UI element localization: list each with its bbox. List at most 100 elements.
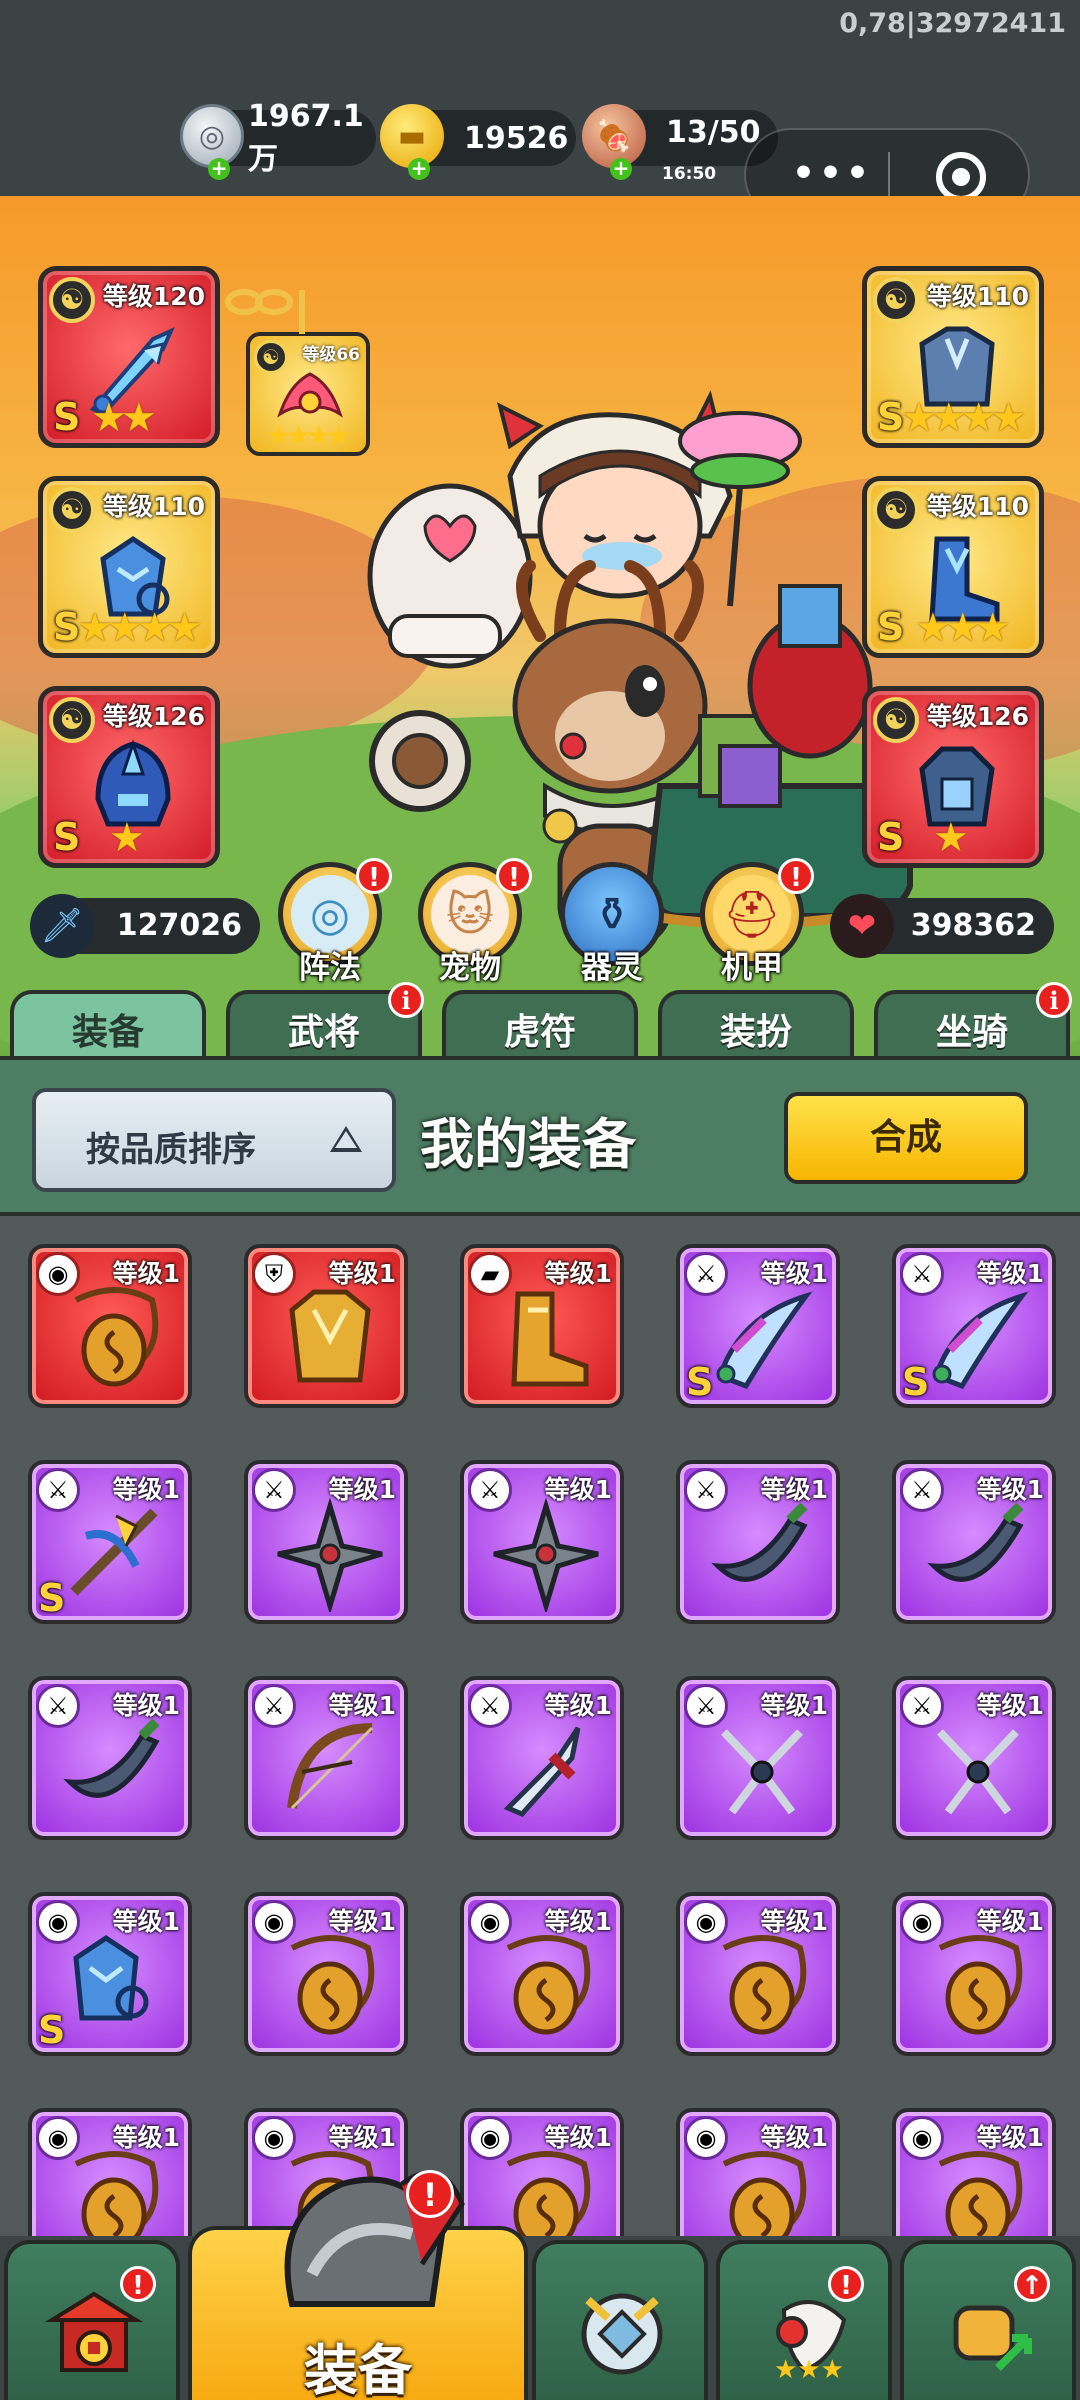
scimitar-icon (716, 1291, 813, 1390)
mecha-button[interactable]: ⛑ 机甲 ! (696, 858, 814, 986)
equipment-item[interactable]: ⚔ 等级1 (676, 1676, 840, 1840)
info-badge-icon: i (388, 982, 424, 1018)
rank-badge: S (902, 1360, 930, 1404)
equipment-item[interactable]: ⚔ 等级1 (892, 1676, 1056, 1840)
yin-yang-icon: ☯ (49, 277, 95, 323)
nav-formation[interactable] (532, 2240, 708, 2400)
equipment-item[interactable]: ◉ 等级1 (460, 1892, 624, 2056)
nav-heroes[interactable]: ★★★ ! (716, 2240, 892, 2400)
necklace-icon (74, 1287, 159, 1387)
equipment-item[interactable]: ⚔ 等级1 S (892, 1244, 1056, 1408)
close-target-icon[interactable] (936, 152, 986, 202)
equipment-item[interactable]: ◉ 等级1 (892, 1892, 1056, 2056)
slot-level: 等级110 (926, 492, 1029, 521)
attack-value: 127026 (116, 908, 242, 943)
more-menu-icon[interactable]: ••• (792, 156, 873, 192)
equipped-armor-slot-left[interactable]: ☯ 等级110 S ★★★★ (38, 476, 220, 658)
hp-value: 398362 (910, 908, 1036, 943)
equipment-grid: ◉ 等级1 ⛨ 等级1 ▰ 等级1 ⚔ 等级1 S ⚔ 等级1 S ⚔ 等级1 S ⚔ 等级1 ⚔ 等级1 ⚔ 等级1 ⚔… (0, 1216, 1080, 2236)
equipment-item[interactable]: ◉ 等级1 (28, 2108, 192, 2236)
equipment-item[interactable]: ⚔ 等级1 (676, 1460, 840, 1624)
equipped-armor-slot-right[interactable]: ☯ 等级110 S ★★★★ (862, 266, 1044, 448)
blade-icon (711, 1502, 808, 1582)
bottom-navigation: ! ! 装备 ★★★ ! ↑ (0, 2170, 1080, 2400)
blade-icon (927, 1502, 1024, 1582)
sort-by-quality-button[interactable]: 按品质排序 (32, 1088, 396, 1192)
top-status-bar: 0,78|32972411 ◎ 1967.1万 + ▬ 19526 + 🍖 13… (0, 0, 1080, 222)
gold-counter[interactable]: ▬ 19526 + (380, 104, 576, 180)
add-silver-button[interactable]: + (208, 158, 230, 180)
sort-label: 按品质排序 (86, 1130, 256, 1170)
formation-button[interactable]: ◎ 阵法 ! (274, 858, 392, 986)
equipment-item[interactable]: ▰ 等级1 (460, 1244, 624, 1408)
equipped-weapon-slot[interactable]: ☯ 等级120 S ★★ (38, 266, 220, 448)
upgrade-arrow-badge-icon: ↑ (1014, 2266, 1050, 2302)
yin-yang-icon: ☯ (873, 487, 919, 533)
page-title: 我的装备 (420, 1113, 636, 1176)
star-rating: ★★★★ (266, 419, 351, 452)
equipped-helmet-slot-left[interactable]: ☯ 等级126 S ★ (38, 686, 220, 868)
equipment-item[interactable]: ⚔ 等级1 (28, 1676, 192, 1840)
artifact-spirit-button[interactable]: ⚱ 器灵 (556, 862, 668, 986)
feature-label: 宠物 (439, 950, 501, 986)
rank-badge: S (686, 1360, 714, 1404)
yin-yang-icon: ☯ (873, 697, 919, 743)
equipment-item[interactable]: ◉ 等级1 (28, 1244, 192, 1408)
equipment-item[interactable]: ◉ 等级1 (244, 1892, 408, 2056)
rank-badge: S (53, 815, 81, 859)
feature-label: 机甲 (721, 950, 783, 986)
alert-badge-icon: ! (120, 2266, 156, 2302)
equipment-item[interactable]: ⛨ 等级1 (244, 1244, 408, 1408)
equipped-boots-slot-right[interactable]: ☯ 等级110 S ★★★ (862, 476, 1044, 658)
silver-counter[interactable]: ◎ 1967.1万 + (180, 99, 376, 180)
equipment-item[interactable]: ⚔ 等级1 (244, 1676, 408, 1840)
nav-upgrade[interactable]: ↑ (900, 2240, 1076, 2400)
equipment-item[interactable]: ◉ 等级1 (676, 2108, 840, 2236)
shuriken-icon (493, 1497, 599, 1612)
necklace-icon (506, 2151, 591, 2236)
nav-equipment-label: 装备 (304, 2339, 412, 2400)
star-rating: ★★★★ (901, 395, 1026, 441)
trident-icon (721, 1729, 803, 1815)
rank-badge: S (38, 1576, 66, 1620)
nav-shop[interactable]: ! (4, 2240, 180, 2400)
boots-icon (511, 1291, 589, 1387)
rank-badge: S (38, 2008, 66, 2052)
equipped-pet-slot[interactable]: ☯ 等级66 ★★★★ (246, 332, 370, 456)
equipment-item[interactable]: ⚔ 等级1 (892, 1460, 1056, 1624)
blade-icon (63, 1718, 160, 1798)
yin-yang-icon: ☯ (49, 487, 95, 533)
equipped-chest-slot-right[interactable]: ☯ 等级126 S ★ (862, 686, 1044, 868)
shuriken-icon (277, 1497, 383, 1612)
crossbow-icon (70, 1508, 158, 1596)
slot-level: 等级66 (302, 345, 360, 365)
feature-label: 阵法 (299, 950, 361, 986)
equipment-item[interactable]: ◉ 等级1 (460, 2108, 624, 2236)
compose-button[interactable]: 合成 (784, 1092, 1028, 1184)
rank-badge: S (877, 815, 905, 859)
triangle-up-icon (330, 1126, 362, 1152)
slot-level: 等级126 (102, 702, 205, 731)
equipment-item[interactable]: ◉ 等级1 (676, 1892, 840, 2056)
equipment-item[interactable]: ◉ 等级1 S (28, 1892, 192, 2056)
equipment-item[interactable]: ⚔ 等级1 (244, 1460, 408, 1624)
equipment-item[interactable]: ⚔ 等级1 S (676, 1244, 840, 1408)
equipment-item[interactable]: ⚔ 等级1 S (28, 1460, 192, 1624)
alert-badge-icon: ! (828, 2266, 864, 2302)
feature-label: 器灵 (581, 950, 643, 986)
equipment-item[interactable]: ⚔ 等级1 (460, 1676, 624, 1840)
star-rating: ★★★ (915, 605, 1011, 651)
alert-badge-icon: ! (778, 858, 814, 894)
equipment-item[interactable]: ⚔ 等级1 (460, 1460, 624, 1624)
yin-yang-icon: ☯ (49, 697, 95, 743)
stamina-value: 13/50 (666, 114, 761, 150)
alert-badge-icon: ! (496, 858, 532, 894)
hp-stat: ❤ 398362 (830, 894, 1054, 958)
add-stamina-button[interactable]: + (610, 158, 632, 180)
add-gold-button[interactable]: + (408, 158, 430, 180)
pet-button[interactable]: 🐱 宠物 ! (414, 858, 532, 986)
nav-equipment[interactable]: ! 装备 (188, 2170, 528, 2400)
equipment-item[interactable]: ◉ 等级1 (892, 2108, 1056, 2236)
slot-level: 等级120 (102, 282, 205, 311)
star-rating: ★★ (91, 395, 157, 441)
